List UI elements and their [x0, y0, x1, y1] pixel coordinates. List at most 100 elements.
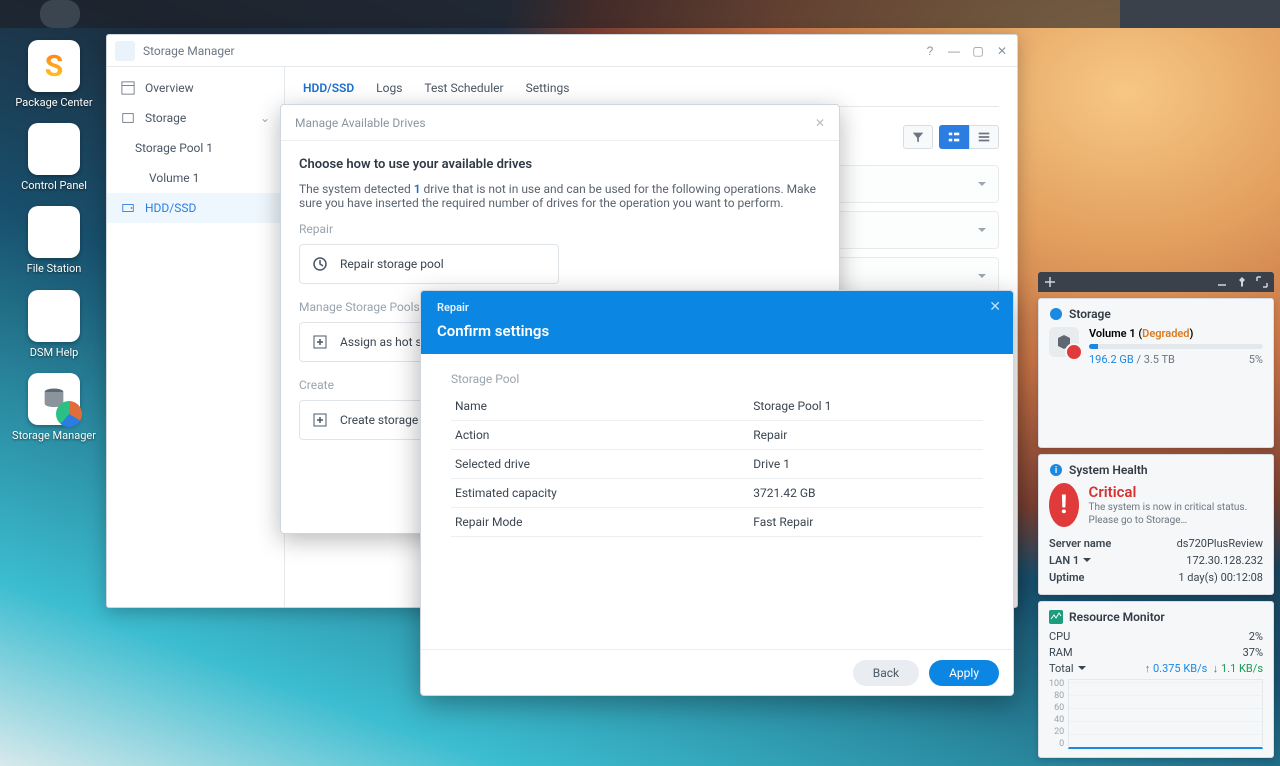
- tab-test-scheduler[interactable]: Test Scheduler: [424, 81, 503, 106]
- hot-spare-icon: [312, 334, 328, 350]
- minimize-button[interactable]: —: [947, 44, 961, 58]
- section-repair: Repair: [299, 222, 821, 236]
- uptime-value: 1 day(s) 00:12:08: [1178, 571, 1263, 584]
- lan-value: 172.30.128.232: [1186, 554, 1263, 567]
- sidebar-item-overview[interactable]: Overview: [107, 73, 284, 103]
- wizard-title: Confirm settings: [437, 322, 997, 340]
- sidebar-item-hdd-ssd[interactable]: HDD/SSD: [107, 193, 284, 223]
- status-text: Critical: [1089, 483, 1263, 501]
- table-row: Repair ModeFast Repair: [451, 508, 983, 537]
- sidebar-item-storage[interactable]: Storage⌄: [107, 103, 284, 133]
- cpu-value: 2%: [1249, 630, 1263, 643]
- icon-label: File Station: [27, 262, 82, 275]
- chevron-down-icon: ⌄: [260, 111, 270, 125]
- volume-size: 196.2 GB / 3.5 TB: [1089, 353, 1175, 366]
- dialog-title: Manage Available Drives: [295, 116, 426, 130]
- sidebar-item-pool-1[interactable]: Storage Pool 1: [107, 133, 284, 163]
- tab-settings[interactable]: Settings: [526, 81, 570, 106]
- control-panel-icon: [28, 123, 80, 175]
- running-app-button[interactable]: [40, 0, 80, 28]
- status-desc: The system is now in critical status. Pl…: [1089, 501, 1263, 527]
- server-name-value: ds720PlusReview: [1177, 537, 1263, 550]
- svg-text:i: i: [1055, 466, 1057, 476]
- tab-logs[interactable]: Logs: [376, 81, 402, 106]
- widgets-panel: Storage Volume 1 (Degraded) 196.2 GB / 3…: [1038, 272, 1274, 758]
- dialog-description: The system detected 1 drive that is not …: [299, 182, 821, 210]
- tabs: HDD/SSD Logs Test Scheduler Settings: [303, 67, 999, 107]
- close-icon[interactable]: ✕: [989, 299, 1001, 315]
- alert-icon: !: [1049, 483, 1079, 527]
- table-row: Selected driveDrive 1: [451, 450, 983, 479]
- rm-widget-icon: [1049, 610, 1063, 624]
- window-app-icon: [115, 41, 135, 61]
- table-row: NameStorage Pool 1: [451, 392, 983, 421]
- file-station-icon: [28, 206, 80, 258]
- app-storage-manager[interactable]: Storage Manager: [8, 373, 100, 442]
- ram-label: RAM: [1049, 646, 1073, 659]
- sidebar-item-volume-1[interactable]: Volume 1: [107, 163, 284, 193]
- main-menu-button[interactable]: [0, 0, 40, 28]
- volume-name: Volume 1 (Degraded): [1089, 327, 1263, 340]
- icon-label: Storage Manager: [12, 429, 96, 442]
- total-label[interactable]: Total: [1049, 662, 1086, 675]
- view-grid-button[interactable]: [969, 125, 999, 149]
- notifications-button[interactable]: [1120, 0, 1160, 28]
- net-up: ↑ 0.375 KB/s: [1145, 662, 1208, 675]
- server-name-label: Server name: [1049, 537, 1111, 550]
- usage-bar: [1089, 344, 1263, 349]
- lan-label[interactable]: LAN 1: [1049, 554, 1091, 567]
- volume-icon: [1049, 327, 1079, 357]
- user-menu-button[interactable]: [1160, 0, 1200, 28]
- window-title: Storage Manager: [143, 44, 235, 58]
- table-row: Estimated capacity3721.42 GB: [451, 479, 983, 508]
- repair-storage-pool-button[interactable]: Repair storage pool: [299, 244, 559, 284]
- uptime-label: Uptime: [1049, 571, 1084, 584]
- widgets-button[interactable]: [1200, 0, 1240, 28]
- sidebar: Overview Storage⌄ Storage Pool 1 Volume …: [107, 67, 285, 607]
- widget-resource-monitor: Resource Monitor CPU2% RAM37% Total↑ 0.3…: [1038, 601, 1274, 758]
- search-button[interactable]: [1240, 0, 1280, 28]
- settings-table: NameStorage Pool 1 ActionRepair Selected…: [451, 392, 983, 537]
- repair-icon: [312, 256, 328, 272]
- health-widget-icon: i: [1049, 463, 1063, 477]
- filter-button[interactable]: [903, 125, 933, 149]
- package-center-icon: S: [28, 40, 80, 92]
- pin-icon[interactable]: [1236, 276, 1248, 288]
- volume-percent: 5%: [1249, 353, 1263, 366]
- create-icon: [312, 412, 328, 428]
- icon-label: Package Center: [15, 96, 92, 109]
- desktop-icons: S Package Center Control Panel File Stat…: [8, 40, 100, 442]
- back-button[interactable]: Back: [853, 660, 919, 686]
- net-down: ↓ 1.1 KB/s: [1213, 662, 1263, 675]
- app-file-station[interactable]: File Station: [8, 206, 100, 275]
- repair-wizard-dialog: Repair Confirm settings ✕ Storage Pool N…: [420, 290, 1014, 696]
- storage-widget-icon: [1049, 307, 1063, 321]
- apply-button[interactable]: Apply: [929, 660, 999, 686]
- wizard-breadcrumb: Repair: [437, 301, 997, 314]
- icon-label: DSM Help: [30, 346, 79, 359]
- close-button[interactable]: ✕: [995, 44, 1009, 58]
- widget-storage: Storage Volume 1 (Degraded) 196.2 GB / 3…: [1038, 298, 1274, 448]
- icon-label: Control Panel: [21, 179, 87, 192]
- cpu-label: CPU: [1049, 630, 1070, 643]
- ram-value: 37%: [1243, 646, 1263, 659]
- view-list-button[interactable]: [939, 125, 969, 149]
- app-control-panel[interactable]: Control Panel: [8, 123, 100, 192]
- minimize-icon[interactable]: [1216, 276, 1228, 288]
- tab-hdd-ssd[interactable]: HDD/SSD: [303, 81, 354, 106]
- app-package-center[interactable]: S Package Center: [8, 40, 100, 109]
- dialog-heading: Choose how to use your available drives: [299, 157, 821, 172]
- app-dsm-help[interactable]: ? DSM Help: [8, 290, 100, 359]
- dsm-help-icon: ?: [28, 290, 80, 342]
- storage-manager-icon: [28, 373, 80, 425]
- section-storage-pool: Storage Pool: [451, 372, 983, 386]
- window-titlebar[interactable]: Storage Manager ? — ▢ ✕: [107, 35, 1017, 67]
- plus-icon[interactable]: [1044, 276, 1056, 288]
- widget-tabs: [1038, 272, 1274, 292]
- expand-icon[interactable]: [1256, 276, 1268, 288]
- maximize-button[interactable]: ▢: [971, 44, 985, 58]
- help-button[interactable]: ?: [923, 44, 937, 58]
- widget-system-health: iSystem Health ! Critical The system is …: [1038, 454, 1274, 595]
- table-row: ActionRepair: [451, 421, 983, 450]
- close-icon[interactable]: ✕: [815, 116, 825, 130]
